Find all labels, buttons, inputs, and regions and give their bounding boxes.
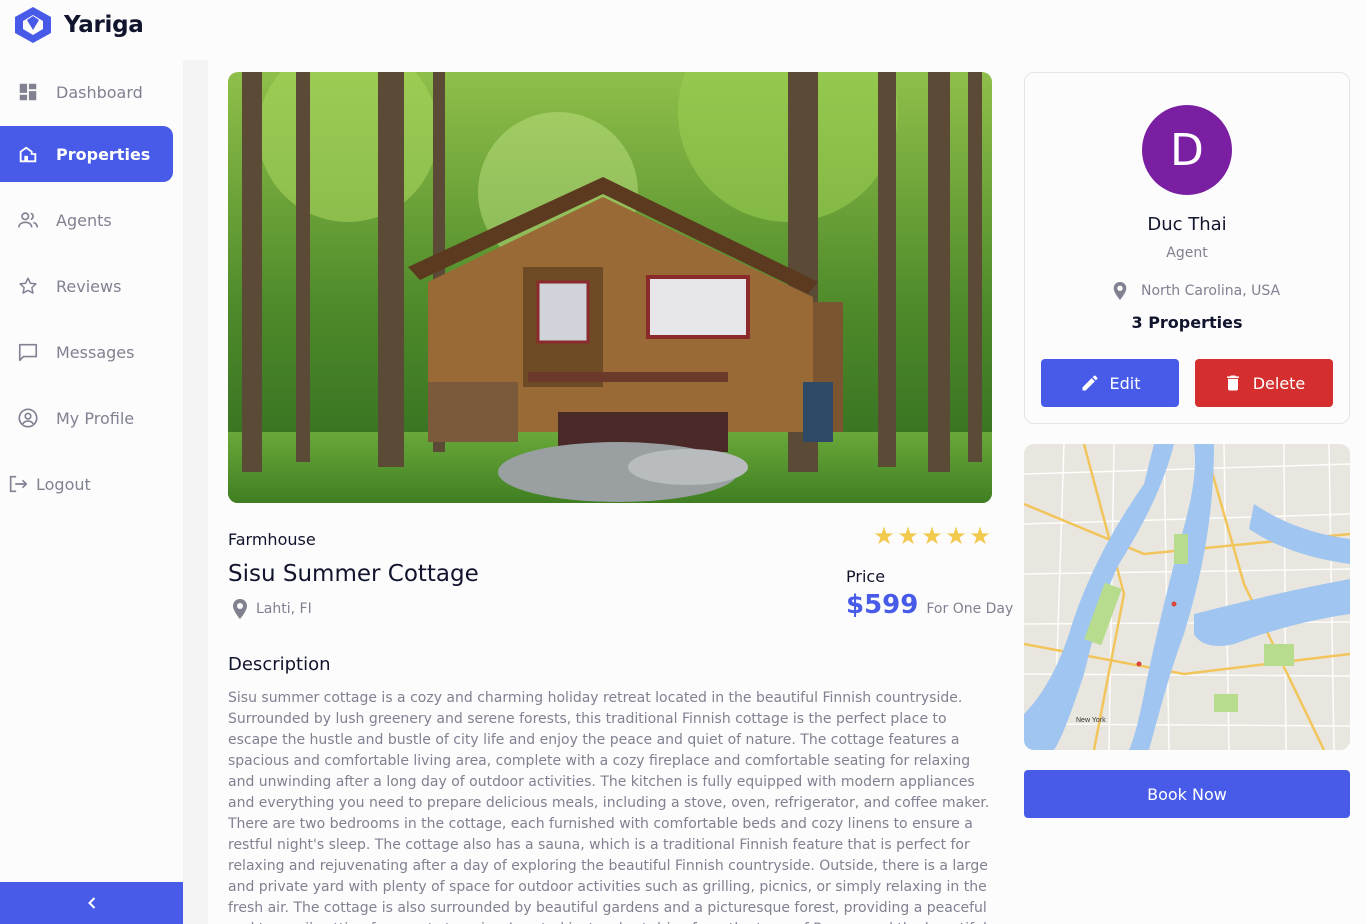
sidebar-item-label: Properties [56,144,151,164]
price-unit: For One Day [926,601,1014,617]
sidebar-item-label: Dashboard [56,82,143,102]
app-name: Yariga [64,12,144,38]
top-header: Yariga [0,0,1366,52]
price-value: $599 [846,590,919,620]
location-pin-icon [233,599,247,619]
property-location-text: Lahti, FI [256,601,312,617]
agent-card: D Duc Thai Agent North Carolina, USA 3 P… [1024,72,1350,424]
description-title: Description [228,654,331,675]
sidebar-item-messages[interactable]: Messages [0,324,173,380]
chevron-left-icon [87,897,95,909]
rating-stars: ★ ★ ★ ★ ★ [872,524,992,548]
location-map[interactable]: New York [1024,444,1350,750]
sidebar-item-dashboard[interactable]: Dashboard [0,64,173,120]
logout-button[interactable]: Logout [0,456,173,512]
logout-icon [6,472,30,496]
map-image: New York [1024,444,1350,750]
sidebar: Dashboard Properties Agents Reviews Mess… [0,52,183,924]
property-image [228,72,992,503]
sidebar-item-reviews[interactable]: Reviews [0,258,173,314]
agents-icon [16,208,40,232]
sidebar-item-agents[interactable]: Agents [0,192,173,248]
location-pin-icon [1113,282,1127,300]
account-circle-icon [16,406,40,430]
agent-name: Duc Thai [1147,214,1227,235]
description-text: Sisu summer cottage is a cozy and charmi… [228,690,990,924]
star-filled-icon: ★ [969,522,991,550]
agent-location-text: North Carolina, USA [1141,283,1281,299]
app-logo[interactable]: Yariga [13,6,144,44]
delete-button[interactable]: Delete [1195,359,1333,407]
star-filled-icon: ★ [873,522,895,550]
delete-label: Delete [1252,373,1306,393]
sidebar-item-label: My Profile [56,408,135,428]
star-filled-icon: ★ [921,522,943,550]
star-filled-icon: ★ [945,522,967,550]
logout-label: Logout [36,474,91,494]
book-now-button[interactable]: Book Now [1024,770,1350,818]
pencil-icon [1082,375,1097,391]
chat-icon [16,340,40,364]
agent-role: Agent [1166,245,1208,261]
agent-location: North Carolina, USA [1111,280,1280,302]
sidebar-item-my-profile[interactable]: My Profile [0,390,173,446]
properties-icon [16,142,40,166]
sidebar-collapse-button[interactable] [0,882,183,924]
sidebar-gutter [183,60,208,924]
dashboard-icon [16,80,40,104]
price-label: Price [846,567,886,586]
cottage-photo [228,72,992,503]
star-outline-icon [16,274,40,298]
price-row: $599 For One Day [846,590,1013,620]
property-title: Sisu Summer Cottage [228,561,479,587]
property-location: Lahti, FI [230,598,312,620]
yariga-logo-icon [15,7,51,43]
agent-properties-count: 3 Properties [1131,313,1243,332]
sidebar-item-label: Reviews [56,276,122,296]
sidebar-item-properties[interactable]: Properties [0,126,173,182]
edit-button[interactable]: Edit [1041,359,1179,407]
star-filled-icon: ★ [897,522,919,550]
property-type: Farmhouse [228,530,316,549]
map-city-label: New York [1076,717,1106,724]
trash-icon [1226,375,1239,391]
edit-label: Edit [1109,373,1141,393]
avatar[interactable]: D [1142,105,1232,195]
sidebar-item-label: Agents [56,210,112,230]
sidebar-item-label: Messages [56,342,135,362]
